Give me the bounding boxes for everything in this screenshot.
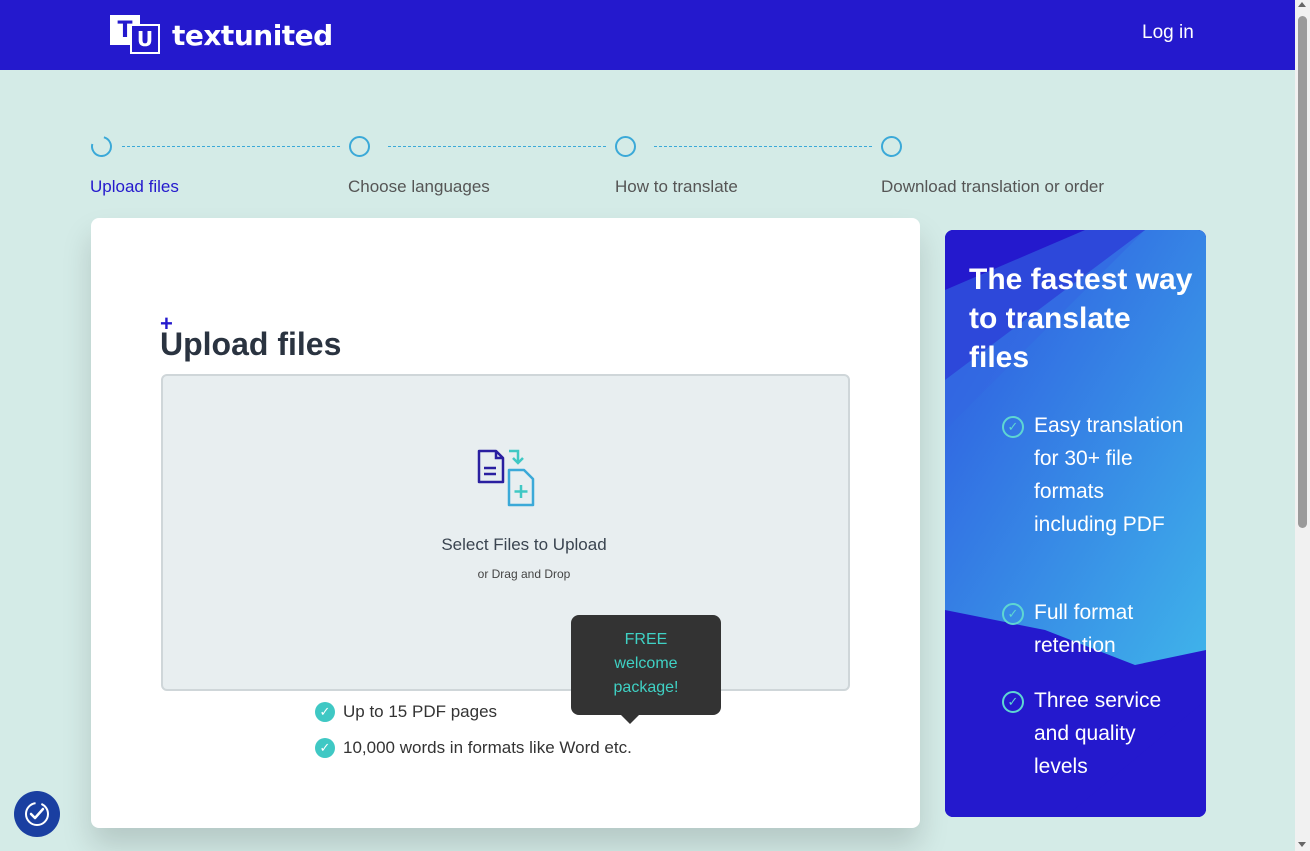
check-icon: ✓ — [315, 702, 335, 722]
step-label-translate: How to translate — [615, 177, 738, 196]
promo-item: Three service and quality levels — [1034, 689, 1162, 778]
step-label-upload: Upload files — [90, 177, 179, 196]
promo-title: The fastest way to translate files — [969, 263, 1193, 374]
textunited-logo[interactable]: T U textunited — [110, 15, 333, 55]
file-dropzone[interactable] — [161, 374, 850, 691]
check-icon: ✓ — [315, 738, 335, 758]
step-languages-circle-icon — [349, 136, 370, 157]
tooltip-arrow — [620, 714, 640, 724]
logo-u: U — [130, 24, 160, 54]
promo-item: Full format retention — [1034, 601, 1134, 657]
step-connector — [388, 146, 606, 147]
tooltip-line-2: welcome — [614, 655, 678, 672]
promo-item: Easy translation for 30+ file formats in… — [1034, 414, 1184, 536]
check-icon: ✓ — [1002, 416, 1024, 438]
logo-mark: T U — [110, 15, 162, 55]
welcome-package-tooltip: FREE welcome package! — [571, 615, 721, 715]
page-scrollbar[interactable] — [1295, 0, 1310, 851]
check-icon: ✓ — [1002, 603, 1024, 625]
step-connector — [122, 146, 340, 147]
step-download-circle-icon — [881, 136, 902, 157]
step-connector — [654, 146, 872, 147]
step-translate-circle-icon — [615, 136, 636, 157]
feature-text: 10,000 words in formats like Word etc. — [343, 738, 632, 757]
feature-item: ✓ 10,000 words in formats like Word etc. — [315, 738, 632, 758]
top-header: T U textunited Log in — [0, 0, 1295, 70]
step-label-download: Download translation or order — [881, 177, 1105, 196]
scroll-down-arrow-icon[interactable] — [1298, 842, 1306, 847]
feature-text: Up to 15 PDF pages — [343, 702, 498, 721]
tooltip-line-3: package! — [613, 679, 679, 696]
accessibility-button[interactable] — [14, 791, 60, 837]
files-upload-icon — [477, 449, 535, 507]
drag-drop-hint: or Drag and Drop — [477, 567, 571, 581]
upload-title: Upload files — [160, 326, 342, 362]
scroll-up-arrow-icon[interactable] — [1298, 2, 1306, 7]
check-icon: ✓ — [1002, 691, 1024, 713]
brand-name: textunited — [172, 18, 333, 52]
select-files-label[interactable]: Select Files to Upload — [0, 535, 1048, 555]
tooltip-line-1: FREE — [624, 631, 668, 648]
promo-panel: The fastest way to translate files ✓ Eas… — [945, 230, 1206, 817]
scroll-thumb[interactable] — [1298, 16, 1307, 528]
feature-item: ✓ Up to 15 PDF pages — [315, 702, 497, 722]
login-link[interactable]: Log in — [1142, 22, 1194, 44]
accessibility-check-icon — [25, 802, 49, 826]
step-upload-loading-icon — [87, 132, 116, 161]
step-label-languages: Choose languages — [348, 177, 490, 196]
